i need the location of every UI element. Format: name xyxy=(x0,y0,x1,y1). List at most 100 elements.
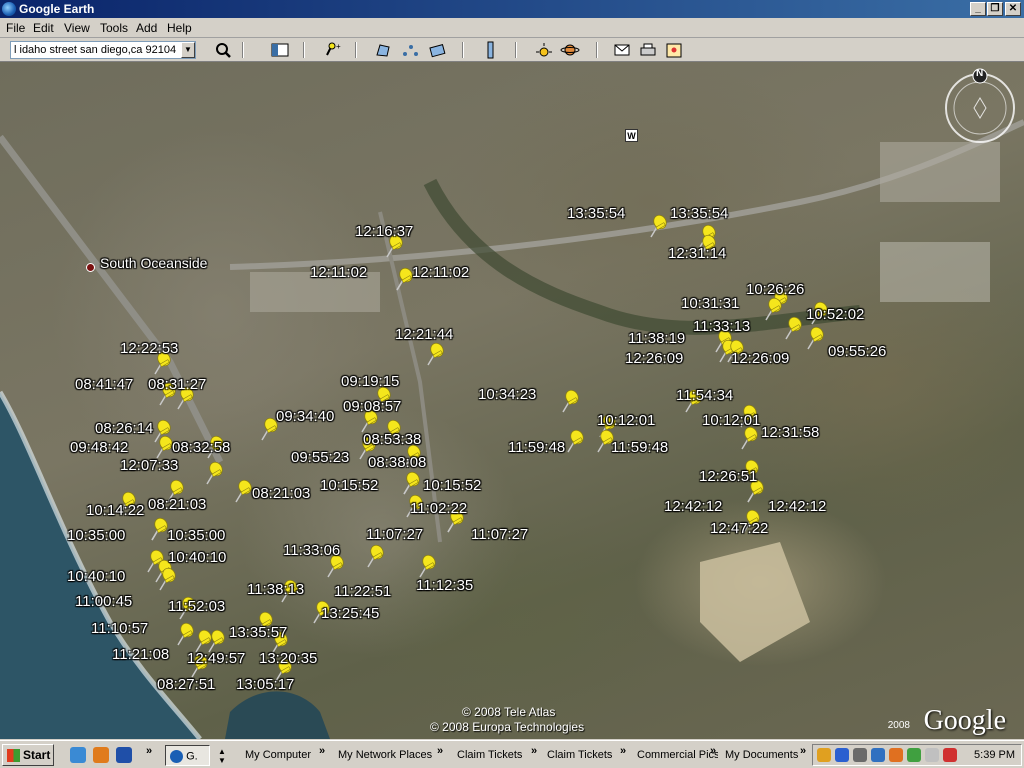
pin-time-label: 10:40:10 xyxy=(67,568,126,585)
pin-time-label: 12:11:02 xyxy=(310,264,368,281)
task-chevron[interactable]: » xyxy=(437,745,443,757)
system-tray: 5:39 PM xyxy=(812,744,1022,766)
image-overlay-icon[interactable] xyxy=(428,41,448,59)
pushpin-needle xyxy=(206,473,214,485)
speaker-icon[interactable] xyxy=(853,748,867,762)
pin-time-label: 11:02:22 xyxy=(410,500,468,517)
toolbar-separator xyxy=(515,42,517,58)
print-icon[interactable] xyxy=(638,41,658,59)
pushpin-icon[interactable] xyxy=(206,460,225,485)
email-icon[interactable] xyxy=(612,41,632,59)
pushpin-icon[interactable] xyxy=(650,213,669,238)
task-commercial-pics[interactable]: Commercial Pics xyxy=(633,745,718,766)
menu-edit[interactable]: Edit xyxy=(33,21,54,35)
start-label: Start xyxy=(23,748,51,762)
polygon-icon[interactable] xyxy=(374,41,394,59)
task-claim-tickets-2[interactable]: Claim Tickets xyxy=(543,745,618,766)
task-my-documents[interactable]: My Documents xyxy=(721,745,806,766)
pushpin-needle xyxy=(567,441,575,453)
pushpin-icon[interactable] xyxy=(785,315,804,340)
pin-time-label: 10:35:00 xyxy=(67,527,126,544)
menu-tools[interactable]: Tools xyxy=(100,21,128,35)
search-input[interactable]: l idaho street san diego,ca 92104 xyxy=(10,41,196,59)
pin-time-label: 08:38:08 xyxy=(368,454,427,471)
sidebar-toggle-icon[interactable] xyxy=(270,41,290,59)
task-chevron[interactable]: » xyxy=(620,745,626,757)
firefox-icon[interactable] xyxy=(93,747,109,763)
toolbar-separator xyxy=(303,42,305,58)
task-chevron[interactable]: » xyxy=(531,745,537,757)
pin-time-label: 10:15:52 xyxy=(320,477,379,494)
pushpin-icon[interactable] xyxy=(403,470,422,495)
menu-view[interactable]: View xyxy=(64,21,90,35)
pushpin-icon[interactable] xyxy=(208,628,227,653)
task-chevron[interactable]: » xyxy=(319,745,325,757)
menu-add[interactable]: Add xyxy=(136,21,157,35)
task-chevron[interactable]: » xyxy=(710,745,716,757)
menu-file[interactable]: File xyxy=(6,21,25,35)
flower-icon[interactable] xyxy=(889,748,903,762)
pin-time-label: 10:40:10 xyxy=(168,549,227,566)
taskbar: Start » G. ▲ ▼ My Computer » My Network P… xyxy=(0,740,1024,768)
pushpin-needle xyxy=(261,429,269,441)
maps-icon[interactable] xyxy=(664,41,684,59)
pin-time-label: 09:55:26 xyxy=(828,343,887,360)
pushpin-needle xyxy=(403,483,411,495)
search-icon[interactable] xyxy=(213,41,233,59)
pin-time-label: 10:35:00 xyxy=(167,527,226,544)
pushpin-needle xyxy=(155,571,163,583)
pushpin-needle xyxy=(177,398,185,410)
security-icon[interactable] xyxy=(943,748,957,762)
minimize-button[interactable]: _ xyxy=(970,2,986,16)
pin-time-label: 13:05:17 xyxy=(236,676,295,693)
pushpin-needle xyxy=(447,521,455,533)
pin-time-label: 10:12:01 xyxy=(702,412,761,429)
network-icon[interactable] xyxy=(871,748,885,762)
shield-icon[interactable] xyxy=(835,748,849,762)
pushpin-icon[interactable] xyxy=(419,553,438,578)
pin-time-label: 11:00:45 xyxy=(75,593,133,610)
pin-time-label: 09:48:42 xyxy=(70,439,129,456)
close-button[interactable]: ✕ xyxy=(1005,2,1021,16)
toolbar-separator xyxy=(596,42,598,58)
pushpin-needle xyxy=(313,612,321,624)
pin-time-label: 11:38:19 xyxy=(628,330,686,347)
pushpin-icon[interactable] xyxy=(562,388,581,413)
pushpin-needle xyxy=(177,634,185,646)
pin-time-label: 11:07:27 xyxy=(366,526,424,543)
mail-icon[interactable] xyxy=(925,748,939,762)
pin-time-label: 08:26:14 xyxy=(95,420,154,437)
task-claim-tickets-1[interactable]: Claim Tickets xyxy=(453,745,528,766)
task-my-network-places[interactable]: My Network Places xyxy=(334,745,434,766)
ie-icon[interactable] xyxy=(70,747,86,763)
task-scroll-arrows[interactable]: ▲ ▼ xyxy=(216,745,232,766)
planet-icon[interactable] xyxy=(560,41,580,59)
wifi-icon[interactable] xyxy=(907,748,921,762)
pushpin-icon[interactable] xyxy=(807,325,826,350)
ruler-icon[interactable] xyxy=(480,41,500,59)
task-chevron[interactable]: » xyxy=(800,745,806,757)
start-button[interactable]: Start xyxy=(2,744,54,766)
map-view[interactable]: South Oceanside W 13:35:54 13:35:54 12:31:… xyxy=(0,62,1024,739)
search-dropdown-button[interactable]: ▼ xyxy=(181,42,195,58)
pushpin-icon[interactable] xyxy=(177,621,196,646)
pushpin-needle xyxy=(235,491,243,503)
task-google-earth[interactable]: G. xyxy=(165,745,210,766)
path-icon[interactable] xyxy=(401,41,421,59)
pushpin-icon[interactable] xyxy=(567,428,586,453)
quicklaunch-chevron[interactable]: » xyxy=(146,745,152,757)
pushpin-needle xyxy=(765,309,773,321)
pin-time-label: 09:55:23 xyxy=(291,449,350,466)
tray-app-icon[interactable] xyxy=(817,748,831,762)
maximize-button[interactable]: ❐ xyxy=(987,2,1003,16)
sun-icon[interactable] xyxy=(534,41,554,59)
pin-time-label: 11:12:35 xyxy=(416,577,474,594)
placemark-icon[interactable]: + xyxy=(322,41,342,59)
task-my-computer[interactable]: My Computer xyxy=(241,745,316,766)
pushpin-icon[interactable] xyxy=(427,341,446,366)
navigation-control[interactable] xyxy=(940,68,1020,148)
pin-time-label: 09:08:57 xyxy=(343,398,402,415)
menu-help[interactable]: Help xyxy=(167,21,192,35)
pushpin-icon[interactable] xyxy=(367,543,386,568)
word-icon[interactable] xyxy=(116,747,132,763)
